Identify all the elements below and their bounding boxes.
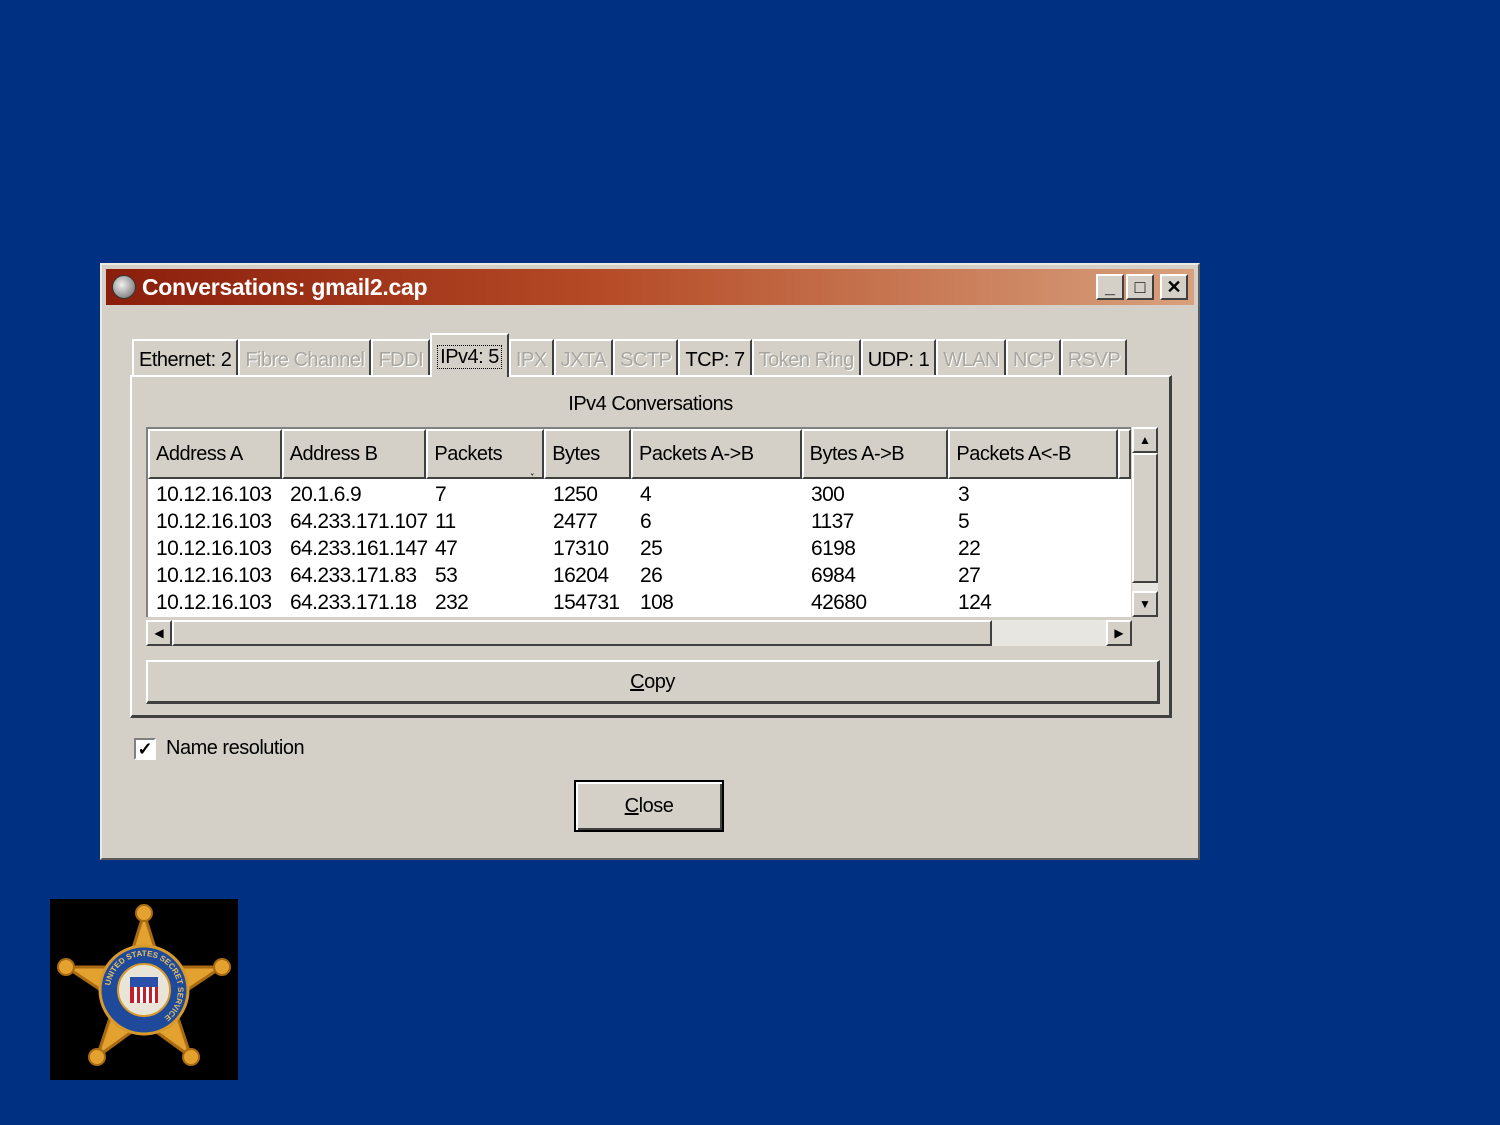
column-header-bytes[interactable]: Bytes	[544, 429, 632, 479]
close-button-label: lose	[638, 794, 674, 817]
scroll-down-icon[interactable]: ▼	[1132, 591, 1158, 617]
window-controls: _ □ ✕	[1096, 274, 1188, 300]
vertical-scroll-thumb[interactable]	[1132, 453, 1158, 583]
tab-rsvp: RSVP	[1060, 339, 1128, 377]
cell-address-b: 64.233.171.107	[290, 510, 428, 533]
cell-bytes: 1250	[553, 483, 598, 506]
horizontal-scrollbar[interactable]: ◀ ▶	[146, 620, 1132, 646]
cell-packets: 232	[435, 591, 469, 614]
conversations-dialog: Conversations: gmail2.cap _ □ ✕ Ethernet…	[100, 263, 1200, 860]
cell-address-a: 10.12.16.103	[156, 564, 272, 587]
tab-sctp: SCTP	[613, 339, 679, 377]
cell-packets-b-to-a: 22	[958, 537, 981, 560]
tab-tcp[interactable]: TCP: 7	[678, 339, 752, 377]
tab-fibre-channel: Fibre Channel	[238, 339, 372, 377]
conversations-table: Address A Address B Packets ˯ Bytes Packe…	[146, 427, 1131, 617]
tab-ipv4[interactable]: IPv4: 5	[430, 333, 509, 377]
cell-bytes-a-to-b: 1137	[811, 510, 854, 533]
cell-address-a: 10.12.16.103	[156, 591, 272, 614]
column-header-packets[interactable]: Packets ˯	[426, 429, 545, 479]
tab-udp[interactable]: UDP: 1	[860, 339, 937, 377]
cell-address-a: 10.12.16.103	[156, 483, 272, 506]
close-button-mnemonic: C	[624, 794, 639, 817]
table-row[interactable]: 10.12.16.103 64.233.161.147 47 17310 25 …	[148, 535, 1131, 562]
cell-packets-a-to-b: 108	[640, 591, 674, 614]
column-header-packets-b-to-a[interactable]: Packets A<-B	[948, 429, 1118, 479]
column-header-packets-a-to-b[interactable]: Packets A->B	[631, 429, 802, 479]
cell-packets-a-to-b: 4	[640, 483, 652, 506]
table-row[interactable]: 10.12.16.103 64.233.171.107 11 2477 6 11…	[148, 508, 1131, 535]
tab-fddi: FDDI	[371, 339, 431, 377]
cell-address-a: 10.12.16.103	[156, 537, 272, 560]
cell-bytes-a-to-b: 42680	[811, 591, 867, 614]
copy-button[interactable]: Copy	[146, 660, 1160, 704]
close-button[interactable]: Close	[574, 780, 724, 832]
cell-bytes: 16204	[553, 564, 609, 587]
cell-packets-b-to-a: 5	[958, 510, 970, 533]
tab-wlan: WLAN	[936, 339, 1006, 377]
cell-address-a: 10.12.16.103	[156, 510, 272, 533]
star-badge-icon: UNITED STATES SECRET SERVICE	[57, 904, 231, 1066]
table-header: Address A Address B Packets ˯ Bytes Packe…	[148, 429, 1131, 479]
cell-bytes: 2477	[553, 510, 598, 533]
cell-packets-a-to-b: 26	[640, 564, 663, 587]
panel-title: IPv4 Conversations	[568, 393, 733, 415]
secret-service-badge-logo: UNITED STATES SECRET SERVICE	[50, 899, 238, 1080]
cell-address-b: 64.233.161.147	[290, 537, 428, 560]
table-row[interactable]: 10.12.16.103 20.1.6.9 7 1250 4 300 3	[148, 481, 1131, 508]
cell-bytes-a-to-b: 300	[811, 483, 845, 506]
tab-ethernet[interactable]: Ethernet: 2	[132, 339, 239, 377]
column-header-packets-label: Packets	[434, 443, 503, 465]
copy-button-mnemonic: C	[630, 670, 645, 693]
column-header-overflow[interactable]	[1118, 429, 1131, 479]
cell-packets-b-to-a: 27	[958, 564, 981, 587]
minimize-button[interactable]: _	[1096, 274, 1124, 300]
horizontal-scroll-thumb[interactable]	[172, 620, 992, 646]
tab-ncp: NCP	[1006, 339, 1061, 377]
title-bar[interactable]: Conversations: gmail2.cap _ □ ✕	[106, 269, 1194, 305]
cell-packets: 11	[435, 510, 456, 533]
table-body: 10.12.16.103 20.1.6.9 7 1250 4 300 3 10.…	[148, 479, 1131, 616]
name-resolution-label[interactable]: Name resolution	[166, 737, 305, 760]
maximize-button[interactable]: □	[1126, 274, 1154, 300]
tab-ipv4-label: IPv4: 5	[437, 345, 502, 369]
scroll-left-icon[interactable]: ◀	[146, 620, 172, 646]
scroll-up-icon[interactable]: ▲	[1132, 427, 1158, 453]
protocol-tabs: Ethernet: 2 Fibre Channel FDDI IPv4: 5 I…	[132, 333, 1128, 377]
tab-jxta: JXTA	[553, 339, 614, 377]
tab-ipx: IPX	[508, 339, 554, 377]
table-row[interactable]: 10.12.16.103 64.233.171.18 232 154731 10…	[148, 589, 1131, 616]
cell-packets-b-to-a: 3	[958, 483, 970, 506]
cell-packets-b-to-a: 124	[958, 591, 992, 614]
close-window-button[interactable]: ✕	[1160, 274, 1188, 300]
tab-token-ring: Token Ring	[751, 339, 861, 377]
column-header-bytes-a-to-b[interactable]: Bytes A->B	[801, 429, 949, 479]
cell-bytes: 154731	[553, 591, 620, 614]
cell-bytes-a-to-b: 6198	[811, 537, 856, 560]
cell-bytes: 17310	[553, 537, 609, 560]
cell-address-b: 64.233.171.83	[290, 564, 417, 587]
name-resolution-checkbox[interactable]: ✓	[134, 737, 156, 760]
name-resolution-row[interactable]: ✓ Name resolution	[134, 737, 305, 760]
copy-button-label: opy	[644, 670, 675, 693]
column-header-address-a[interactable]: Address A	[148, 429, 282, 479]
vertical-scrollbar[interactable]: ▲ ▼	[1132, 427, 1158, 617]
cell-packets-a-to-b: 6	[640, 510, 652, 533]
sort-indicator-icon: ˯	[530, 460, 535, 476]
cell-address-b: 64.233.171.18	[290, 591, 417, 614]
cell-packets: 47	[435, 537, 458, 560]
cell-address-b: 20.1.6.9	[290, 483, 362, 506]
cell-packets-a-to-b: 25	[640, 537, 663, 560]
cell-packets: 53	[435, 564, 458, 587]
table-row[interactable]: 10.12.16.103 64.233.171.83 53 16204 26 6…	[148, 562, 1131, 589]
cell-bytes-a-to-b: 6984	[811, 564, 856, 587]
window-title: Conversations: gmail2.cap	[142, 273, 428, 300]
ipv4-panel: IPv4 Conversations Address A Address B P…	[130, 375, 1172, 718]
app-icon	[112, 275, 136, 299]
scroll-right-icon[interactable]: ▶	[1106, 620, 1132, 646]
column-header-address-b[interactable]: Address B	[281, 429, 427, 479]
cell-packets: 7	[435, 483, 447, 506]
